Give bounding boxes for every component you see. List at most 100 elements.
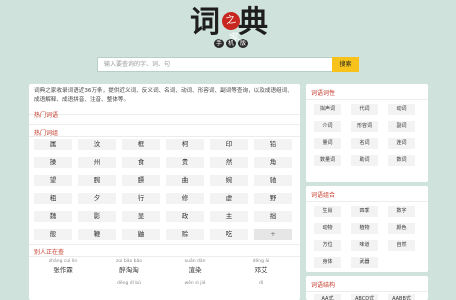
- char-grid: 属汶框柯印铅操州食贵然角望腕膘曲婉驰粗夕行修虚野魏影显政主拙般鞭鼬赊吃 +: [34, 139, 296, 249]
- tag-link[interactable]: 动词: [388, 104, 415, 115]
- char-link[interactable]: 柯: [166, 139, 204, 150]
- char-link[interactable]: 粗: [34, 193, 72, 204]
- pinyin-label: wēn sì jié: [184, 281, 206, 286]
- tag-link[interactable]: 四季: [351, 206, 378, 217]
- tag-link[interactable]: 数量词: [314, 155, 341, 166]
- tag-link[interactable]: AA式: [314, 294, 341, 300]
- divider: [29, 124, 300, 125]
- char-link[interactable]: 行: [122, 193, 160, 204]
- word-label: 张作霖: [53, 266, 73, 274]
- recent-search-item[interactable]: zhāng cuì lín 张作霖: [34, 259, 92, 281]
- char-link[interactable]: 魏: [34, 211, 72, 222]
- char-link[interactable]: 驰: [254, 175, 292, 186]
- char-link[interactable]: 框: [122, 139, 160, 150]
- logo-char-ci: 词: [190, 5, 220, 40]
- word-class-title: 词语词性: [311, 90, 336, 97]
- char-link[interactable]: 汶: [78, 139, 116, 150]
- char-link[interactable]: 显: [122, 211, 160, 222]
- word-class-card: 词语词性 拟声词 代词 动词介词 形容词 副词量词 名词 连词数量词 助词 数词: [306, 84, 428, 182]
- recent-search-item[interactable]: zuì bǎo bǎo 醉淘淘: [100, 259, 158, 281]
- recent-search-item[interactable]: xuān dǎn 渲染: [166, 259, 224, 281]
- tag-link[interactable]: 连词: [388, 138, 415, 149]
- char-link[interactable]: 操: [34, 157, 72, 168]
- pinyin-label: dǐ: [258, 281, 264, 286]
- char-link[interactable]: 野: [254, 193, 292, 204]
- people-searching-heading: 别人正在查: [34, 249, 65, 256]
- char-link[interactable]: 鞭: [78, 229, 116, 240]
- tag-link[interactable]: 副词: [388, 121, 415, 132]
- char-link[interactable]: 赊: [166, 229, 204, 240]
- search-bar: 输入要查询的字、词、句 搜索: [97, 57, 359, 72]
- char-link[interactable]: 然: [210, 157, 248, 168]
- tag-link[interactable]: 动物: [314, 223, 341, 234]
- char-link[interactable]: 膘: [122, 175, 160, 186]
- tag-link[interactable]: 介词: [314, 121, 341, 132]
- word-label: 醉淘淘: [119, 266, 139, 274]
- char-link[interactable]: 拙: [254, 211, 292, 222]
- char-link[interactable]: 夕: [78, 193, 116, 204]
- char-link[interactable]: 铅: [254, 139, 292, 150]
- tag-link[interactable]: 生肖: [314, 206, 341, 217]
- tag-link[interactable]: 味道: [351, 240, 378, 251]
- char-link[interactable]: 主: [210, 211, 248, 222]
- logo-char-dian: 典: [238, 5, 268, 40]
- char-link[interactable]: 贵: [166, 157, 204, 168]
- recent-search-item[interactable]: [34, 281, 92, 300]
- tag-link[interactable]: 助词: [351, 155, 378, 166]
- logo-mobile-badge: 手 机 版: [212, 39, 250, 48]
- tag-link[interactable]: 代词: [351, 104, 378, 115]
- char-link[interactable]: 虚: [210, 193, 248, 204]
- logo-sub-char: 机: [226, 39, 236, 48]
- tag-link[interactable]: 拟声词: [314, 104, 341, 115]
- recent-search-item[interactable]: dēng ài 邓艾: [232, 259, 290, 281]
- char-link[interactable]: 食: [122, 157, 160, 168]
- logo-sub-char: 手: [214, 39, 224, 48]
- tag-link[interactable]: 身体: [314, 257, 341, 268]
- search-button[interactable]: 搜索: [332, 57, 359, 72]
- char-link[interactable]: 属: [34, 139, 72, 150]
- word-form-title: 词语结构: [311, 282, 336, 289]
- tag-link[interactable]: 植物: [351, 223, 378, 234]
- divider: [29, 256, 300, 257]
- word-label: 邓艾: [254, 266, 268, 274]
- tag-link[interactable]: 形容词: [351, 121, 378, 132]
- recent-search-list: zhāng cuì lín 张作霖 zuì bǎo bǎo 醉淘淘 xuān dǎn 渲染…: [34, 259, 296, 300]
- recent-search-item[interactable]: wēn sì jié: [166, 281, 224, 300]
- search-input[interactable]: 输入要查询的字、词、句: [97, 57, 332, 72]
- char-link[interactable]: 政: [166, 211, 204, 222]
- logo-sub-char: 版: [238, 39, 248, 48]
- char-link[interactable]: 吃: [210, 229, 248, 240]
- char-link[interactable]: 望: [34, 175, 72, 186]
- char-link[interactable]: 曲: [166, 175, 204, 186]
- tag-link[interactable]: 数词: [388, 155, 415, 166]
- tag-link[interactable]: 武器: [351, 257, 378, 268]
- char-link[interactable]: 般: [34, 229, 72, 240]
- more-chars-button[interactable]: +: [254, 229, 292, 240]
- divider: [306, 99, 428, 100]
- word-label: 渲染: [188, 266, 202, 274]
- char-link[interactable]: 州: [78, 157, 116, 168]
- char-link[interactable]: 鼬: [122, 229, 160, 240]
- recent-search-item[interactable]: dēng dǐ bǔ: [100, 281, 158, 300]
- site-logo[interactable]: 词 之家 典 手 机 版: [186, 6, 272, 48]
- tag-link[interactable]: 名词: [351, 138, 378, 149]
- tag-link[interactable]: 方位: [314, 240, 341, 251]
- recent-search-item[interactable]: dǐ: [232, 281, 290, 300]
- divider: [306, 291, 428, 292]
- hot-words-heading: 热门词语: [34, 112, 59, 119]
- char-link[interactable]: 修: [166, 193, 204, 204]
- char-link[interactable]: 影: [78, 211, 116, 222]
- main-panel: 词典之家收录词语近36万条，提供近义词、反义词、名词、动词、形容词、副词等查询，…: [29, 84, 300, 300]
- tag-link[interactable]: 自然: [388, 240, 415, 251]
- tag-link[interactable]: 颜色: [388, 223, 415, 234]
- tag-link[interactable]: ABCD式: [351, 294, 378, 300]
- tag-link[interactable]: 数字: [388, 206, 415, 217]
- char-link[interactable]: 婉: [210, 175, 248, 186]
- char-link[interactable]: 腕: [78, 175, 116, 186]
- char-link[interactable]: 角: [254, 157, 292, 168]
- tag-link[interactable]: AABB式: [388, 294, 415, 300]
- intro-text: 词典之家收录词语近36万条，提供近义词、反义词、名词、动词、形容词、副词等查询，…: [34, 88, 293, 103]
- divider: [29, 114, 300, 115]
- tag-link[interactable]: 量词: [314, 138, 341, 149]
- char-link[interactable]: 印: [210, 139, 248, 150]
